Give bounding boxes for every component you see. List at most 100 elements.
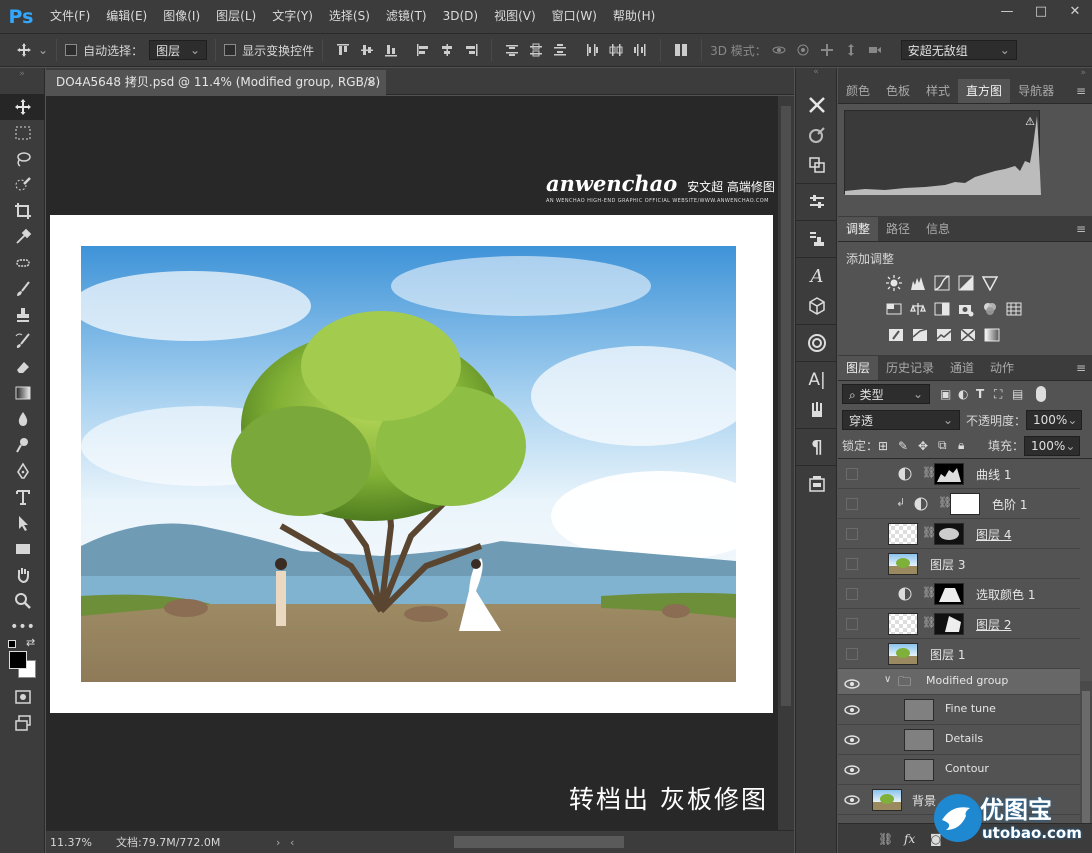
layer-name[interactable]: 图层 3	[930, 556, 965, 573]
layer-mask-thumbnail[interactable]	[934, 523, 964, 545]
tab-channels[interactable]: 通道	[942, 356, 982, 380]
layer-name[interactable]: Contour	[945, 762, 989, 775]
lock-position-icon[interactable]: ✥	[918, 439, 938, 453]
filter-smart-object-icon[interactable]: ▤	[1012, 387, 1030, 401]
panel-menu-icon[interactable]: ≡	[1076, 222, 1086, 236]
eye-icon[interactable]	[844, 762, 860, 778]
lasso-tool[interactable]	[0, 146, 45, 172]
quick-mask-button[interactable]	[0, 684, 45, 710]
eraser-tool[interactable]	[0, 354, 45, 380]
move-tool-icon[interactable]	[12, 38, 36, 62]
link-icon[interactable]: ⛓	[922, 466, 936, 480]
warning-icon[interactable]: ⚠	[1025, 115, 1035, 128]
tab-styles[interactable]: 样式	[918, 79, 958, 103]
tab-navigator[interactable]: 导航器	[1010, 79, 1062, 103]
layer-group-row[interactable]: ∨ 🗀︎ Modified group	[838, 669, 1080, 695]
type-tool[interactable]	[0, 484, 45, 510]
brush-tool[interactable]	[0, 276, 45, 302]
3d-button[interactable]	[796, 291, 838, 321]
panel-collapse-icon[interactable]: »	[838, 68, 1092, 78]
menu-view[interactable]: 视图(V)	[486, 0, 544, 33]
black-white-icon[interactable]	[930, 299, 954, 319]
layer-row[interactable]: Fine tune	[838, 695, 1080, 725]
invert-icon[interactable]	[884, 325, 908, 345]
eye-icon[interactable]	[844, 702, 860, 718]
distribute-right-icon[interactable]	[628, 38, 652, 62]
channel-mixer-icon[interactable]	[978, 299, 1002, 319]
dodge-tool[interactable]	[0, 432, 45, 458]
align-right-icon[interactable]	[459, 38, 483, 62]
menu-type[interactable]: 文字(Y)	[264, 0, 321, 33]
3d-roll-icon[interactable]	[791, 38, 815, 62]
menu-select[interactable]: 选择(S)	[321, 0, 378, 33]
layer-thumbnail[interactable]	[888, 523, 918, 545]
threshold-icon[interactable]	[932, 325, 956, 345]
layer-row[interactable]: ↲ ⛓ 色阶 1	[838, 489, 1080, 519]
brush-presets-button[interactable]	[796, 120, 838, 150]
layer-name[interactable]: 图层 4	[976, 526, 1011, 543]
lock-all-icon[interactable]: 🔒︎	[958, 438, 978, 453]
visibility-toggle[interactable]	[846, 558, 858, 570]
tab-paths[interactable]: 路径	[878, 217, 918, 241]
pen-tool[interactable]	[0, 458, 45, 484]
3d-slide-icon[interactable]	[839, 38, 863, 62]
more-tools[interactable]: •••	[0, 614, 45, 640]
clone-source-button[interactable]	[796, 150, 838, 180]
layer-thumbnail[interactable]	[888, 553, 918, 575]
tab-histogram[interactable]: 直方图	[958, 79, 1011, 103]
link-icon[interactable]: ⛓	[878, 832, 904, 846]
menu-edit[interactable]: 编辑(E)	[98, 0, 155, 33]
eye-icon[interactable]	[844, 676, 860, 692]
layer-row[interactable]: 图层 3	[838, 549, 1080, 579]
lock-pixels-icon[interactable]: ✎	[898, 439, 918, 453]
eye-icon[interactable]	[844, 792, 860, 808]
scrollbar-thumb[interactable]	[781, 106, 791, 706]
minimize-button[interactable]: —	[990, 0, 1024, 22]
panel-menu-icon[interactable]: ≡	[1076, 361, 1086, 375]
rectangle-tool[interactable]	[0, 536, 45, 562]
foreground-color-swatch[interactable]	[9, 651, 27, 669]
layer-name[interactable]: Fine tune	[945, 702, 996, 715]
layer-row[interactable]: Details	[838, 725, 1080, 755]
zoom-tool[interactable]	[0, 588, 45, 614]
layer-name[interactable]: 色阶 1	[992, 496, 1027, 513]
document-size[interactable]: 文档:79.7M/772.0M	[106, 834, 276, 850]
workspace-dropdown[interactable]: 安超无敌组 ⌄	[900, 40, 1017, 60]
blur-tool[interactable]	[0, 406, 45, 432]
styles-stamp-button[interactable]	[796, 224, 838, 254]
timeline-button[interactable]	[796, 469, 838, 499]
document-canvas[interactable]	[50, 215, 773, 713]
link-icon[interactable]: ⛓	[922, 586, 936, 600]
layer-mask-thumbnail[interactable]	[950, 493, 980, 515]
stamp-tool[interactable]	[0, 302, 45, 328]
menu-window[interactable]: 窗口(W)	[544, 0, 605, 33]
panel-menu-icon[interactable]: ≡	[1076, 84, 1086, 98]
layer-name[interactable]: Modified group	[926, 674, 1008, 687]
hand-tool[interactable]	[0, 562, 45, 588]
link-icon[interactable]: ⛓	[922, 616, 936, 630]
opacity-field[interactable]: 100% ⌄	[1026, 410, 1083, 430]
menu-filter[interactable]: 滤镜(T)	[378, 0, 435, 33]
eye-icon[interactable]	[844, 732, 860, 748]
3d-pan-icon[interactable]	[815, 38, 839, 62]
align-top-icon[interactable]	[331, 38, 355, 62]
path-select-tool[interactable]	[0, 510, 45, 536]
3d-scale-icon[interactable]	[863, 38, 887, 62]
fill-field[interactable]: 100% ⌄	[1024, 435, 1081, 456]
layer-row[interactable]: ⛓ 曲线 1	[838, 459, 1080, 489]
menu-image[interactable]: 图像(I)	[155, 0, 208, 33]
visibility-toggle[interactable]	[846, 588, 858, 600]
align-hcenter-icon[interactable]	[435, 38, 459, 62]
gradient-tool[interactable]	[0, 380, 45, 406]
layer-row[interactable]: 图层 1	[838, 639, 1080, 669]
align-bottom-icon[interactable]	[379, 38, 403, 62]
tool-presets-button[interactable]	[796, 90, 838, 120]
layer-mask-thumbnail[interactable]	[934, 583, 964, 605]
layer-thumbnail[interactable]	[872, 789, 902, 811]
tab-swatches[interactable]: 色板	[878, 79, 918, 103]
vertical-scrollbar[interactable]	[778, 96, 794, 830]
layer-name[interactable]: 曲线 1	[976, 466, 1011, 483]
layer-thumbnail[interactable]	[888, 643, 918, 665]
filter-type-icon[interactable]: T	[976, 387, 994, 401]
vibrance-icon[interactable]	[978, 273, 1002, 293]
